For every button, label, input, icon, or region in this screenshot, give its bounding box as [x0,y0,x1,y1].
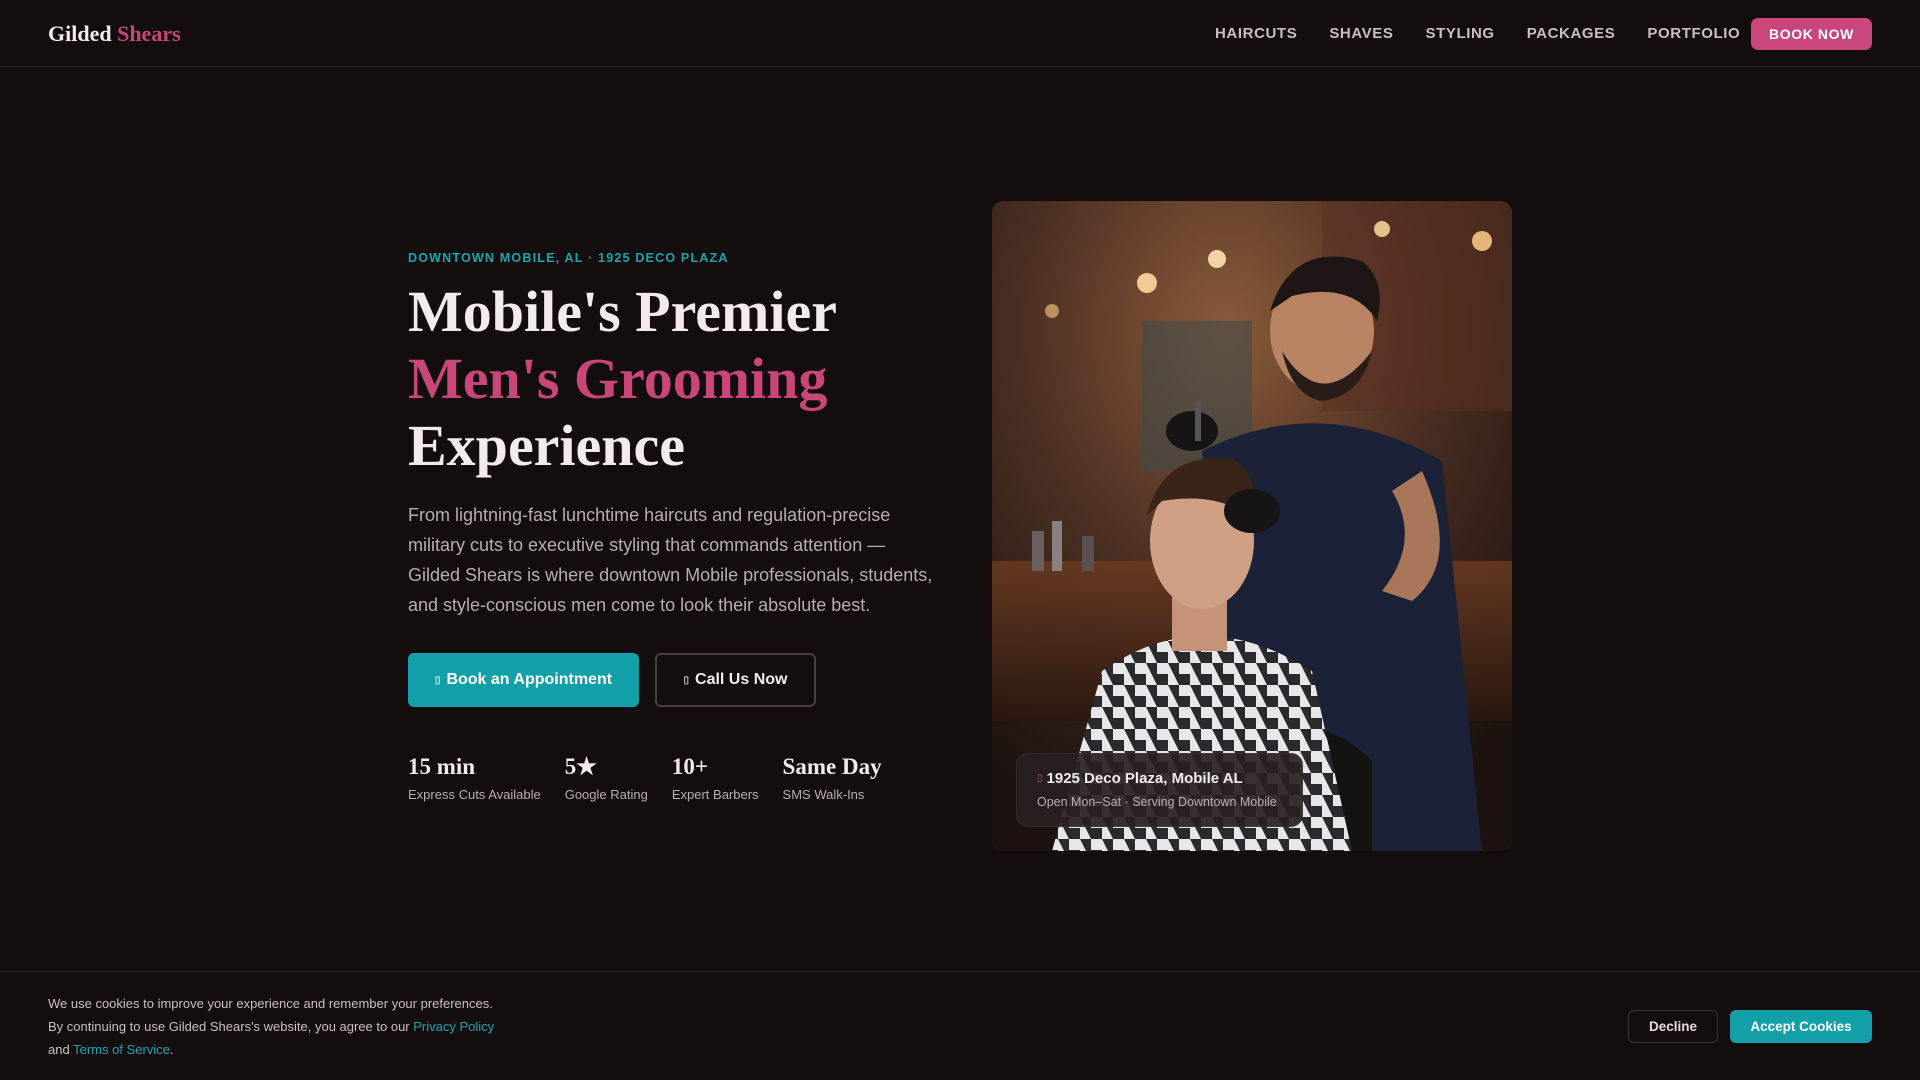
stat-expert-barbers: 10+ Expert Barbers [672,752,759,802]
site-header: Gilded Shears HAIRCUTS SHAVES STYLING PA… [0,0,1920,67]
phone-icon: ▯ [683,674,690,686]
stat-value: 5★ [564,754,597,779]
call-us-label: Call Us Now [695,671,788,688]
nav-link-packages[interactable]: PACKAGES [1527,25,1616,42]
hero-description: From lightning-fast lunchtime haircuts a… [408,505,933,615]
stat-label: SMS Walk-Ins [782,787,865,802]
nav-link-styling[interactable]: STYLING [1425,25,1494,42]
stat-same-day: Same Day SMS Walk-Ins [783,752,882,802]
calendar-icon: ▯ [434,674,441,686]
location-card: ▯ 1925 Deco Plaza, Mobile AL Open Mon–Sa… [1016,753,1303,827]
brand-logo[interactable]: Gilded Shears [48,21,181,47]
headline-line-2: Men's Grooming [408,346,828,411]
stat-value: 10+ [671,754,708,779]
headline-line-1: Mobile's Premier [408,279,837,344]
stat-label: Express Cuts Available [408,787,541,802]
brand-name-part1: Gilded [48,21,112,46]
stat-label: Expert Barbers [671,787,759,802]
stat-value: Same Day [782,754,882,779]
stats-row: 15 min Express Cuts Available 5★ Google … [408,752,906,802]
nav-link-portfolio[interactable]: PORTFOLIO [1647,25,1740,42]
location-hours: Open Mon–Sat · Serving Downtown Mobile [1037,795,1277,809]
stat-label: Google Rating [564,787,648,802]
hero-headline: Mobile's Premier Men's Grooming Experien… [408,278,837,479]
privacy-policy-link[interactable]: Privacy Policy [413,1019,494,1034]
cookie-period: . [169,1042,174,1057]
cookie-message: We use cookies to improve your experienc… [48,992,498,1061]
hero-eyebrow: DOWNTOWN MOBILE, AL · 1925 DECO PLAZA [408,251,729,265]
book-appointment-label: Book an Appointment [446,671,613,688]
cookie-and-text: and [48,1042,70,1057]
map-pin-icon: ▯ [1037,773,1043,784]
decline-cookies-button[interactable]: Decline [1628,1010,1718,1043]
nav-link-shaves[interactable]: SHAVES [1329,25,1393,42]
call-us-button[interactable]: ▯ Call Us Now [655,653,816,707]
book-appointment-button[interactable]: ▯ Book an Appointment [408,653,639,707]
book-now-button[interactable]: BOOK NOW [1751,18,1872,50]
stat-value: 15 min [408,754,476,779]
nav-link-haircuts[interactable]: HAIRCUTS [1215,25,1297,42]
brand-name-part2: Shears [117,21,181,46]
main-nav: HAIRCUTS SHAVES STYLING PACKAGES PORTFOL… [1215,25,1772,42]
location-title: ▯ 1925 Deco Plaza, Mobile AL [1037,770,1302,787]
accept-cookies-button[interactable]: Accept Cookies [1730,1010,1872,1043]
stat-google-rating: 5★ Google Rating [565,752,648,802]
headline-line-3: Experience [408,413,686,478]
location-address: 1925 Deco Plaza, Mobile AL [1046,770,1243,787]
cookie-banner: We use cookies to improve your experienc… [0,971,1920,1080]
terms-of-service-link[interactable]: Terms of Service [73,1042,170,1057]
stat-express-cuts: 15 min Express Cuts Available [408,752,541,802]
